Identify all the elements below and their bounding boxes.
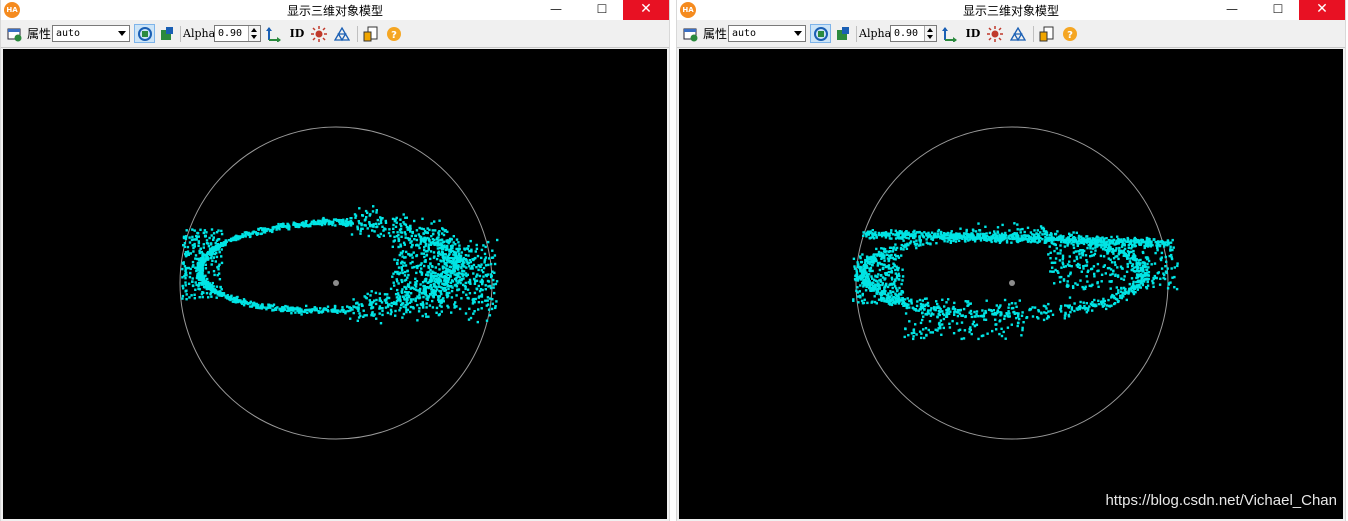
move-view-button[interactable] (834, 24, 852, 43)
toolbar: 属性 auto Alpha 0.90 ID ? (677, 20, 1345, 48)
point-cloud-canvas (179, 126, 499, 440)
close-button[interactable]: ✕ (1299, 0, 1345, 20)
3d-viewport[interactable] (3, 49, 667, 519)
rotate-view-icon (137, 26, 152, 41)
mesh-icon (334, 26, 350, 41)
3d-viewport[interactable]: https://blog.csdn.net/Vichael_Chan (679, 49, 1343, 519)
rotate-view-button[interactable] (810, 24, 831, 43)
toolbar: 属性 auto Alpha 0.90 ID ? (1, 20, 669, 48)
minimize-button[interactable]: — (1211, 0, 1253, 20)
toolbar-separator (856, 26, 857, 42)
light-button[interactable] (310, 24, 328, 43)
mode-select[interactable]: auto (52, 25, 130, 42)
rotate-view-icon (813, 26, 828, 41)
sphere-center-point (1009, 280, 1015, 286)
title-bar[interactable]: HA 显示三维对象模型 — ☐ ✕ (677, 0, 1345, 20)
alpha-spinbox[interactable]: 0.90 (890, 25, 937, 42)
chevron-down-icon (794, 31, 802, 36)
point-cloud (852, 222, 1179, 341)
alpha-value: 0.90 (218, 28, 243, 39)
mesh-button[interactable] (1009, 24, 1027, 43)
export-icon (363, 26, 378, 41)
properties-label: 属性 (703, 27, 728, 41)
coordinate-axes-button[interactable] (940, 24, 958, 43)
alpha-value: 0.90 (894, 28, 919, 39)
toolbar-separator (357, 26, 358, 42)
mesh-button[interactable] (333, 24, 351, 43)
light-icon (987, 25, 1003, 42)
mode-select-value: auto (732, 28, 757, 39)
title-bar[interactable]: HA 显示三维对象模型 — ☐ ✕ (1, 0, 669, 20)
mesh-icon (1010, 26, 1026, 41)
rotate-view-button[interactable] (134, 24, 155, 43)
help-icon: ? (1063, 26, 1077, 41)
properties-icon[interactable] (6, 24, 24, 43)
viewer-window-right: HA 显示三维对象模型 — ☐ ✕ 属性 auto Alpha 0.90 ID (676, 0, 1346, 521)
toolbar-separator (180, 26, 181, 42)
mode-select-value: auto (56, 28, 81, 39)
toolbar-separator (1033, 26, 1034, 42)
point-cloud (181, 205, 499, 325)
properties-icon[interactable] (682, 24, 700, 43)
viewer-window-left: HA 显示三维对象模型 — ☐ ✕ 属性 auto Alpha 0.90 ID (0, 0, 670, 521)
help-button[interactable]: ? (1061, 24, 1079, 43)
export-button[interactable] (1038, 24, 1056, 43)
maximize-button[interactable]: ☐ (1257, 0, 1299, 20)
id-button[interactable]: ID (287, 24, 307, 43)
coordinate-axes-icon (942, 26, 957, 42)
chevron-down-icon (118, 31, 126, 36)
minimize-button[interactable]: — (535, 0, 577, 20)
mode-select[interactable]: auto (728, 25, 806, 42)
sphere-center-point (333, 280, 339, 286)
point-cloud-canvas (852, 126, 1179, 440)
maximize-button[interactable]: ☐ (581, 0, 623, 20)
light-button[interactable] (986, 24, 1004, 43)
export-button[interactable] (362, 24, 380, 43)
help-icon: ? (387, 26, 401, 41)
export-icon (1039, 26, 1054, 41)
watermark: https://blog.csdn.net/Vichael_Chan (1105, 492, 1337, 509)
light-icon (311, 25, 327, 42)
close-button[interactable]: ✕ (623, 0, 669, 20)
spin-buttons[interactable] (248, 26, 260, 41)
id-button[interactable]: ID (963, 24, 983, 43)
help-button[interactable]: ? (385, 24, 403, 43)
coordinate-axes-icon (266, 26, 281, 42)
spin-buttons[interactable] (924, 26, 936, 41)
properties-label: 属性 (27, 27, 52, 41)
move-view-icon (837, 26, 849, 40)
coordinate-axes-button[interactable] (264, 24, 282, 43)
move-view-icon (161, 26, 173, 40)
move-view-button[interactable] (158, 24, 176, 43)
alpha-label: Alpha (183, 27, 216, 40)
alpha-spinbox[interactable]: 0.90 (214, 25, 261, 42)
svg-text:?: ? (391, 30, 397, 41)
alpha-label: Alpha (859, 27, 892, 40)
svg-text:?: ? (1067, 30, 1073, 41)
